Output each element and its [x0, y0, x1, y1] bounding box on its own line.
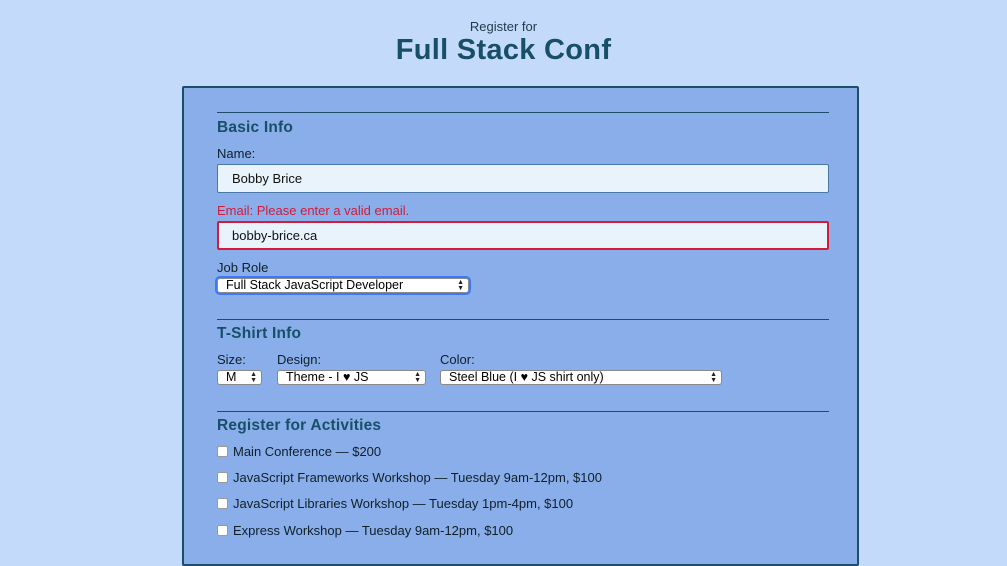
basic-info-heading: Basic Info — [217, 119, 294, 136]
section-divider — [217, 411, 829, 412]
page-pretitle: Register for — [469, 19, 538, 34]
email-error-label: Email: Please enter a valid email. — [217, 203, 410, 218]
activity-checkbox[interactable] — [217, 472, 228, 484]
name-label: Name: — [217, 146, 256, 161]
color-label: Color: — [440, 352, 475, 367]
activity-main-conference[interactable]: Main Conference — $200 — [217, 444, 381, 460]
section-divider — [217, 112, 829, 113]
activity-js-libraries[interactable]: JavaScript Libraries Workshop — Tuesday … — [217, 496, 573, 512]
activity-label: JavaScript Libraries Workshop — Tuesday … — [233, 496, 574, 511]
page-title: Full Stack Conf — [395, 34, 612, 66]
tshirt-info-section: T-Shirt Info Size: M ▲ ▼ Design: Theme - … — [217, 319, 829, 394]
design-select[interactable]: Theme - I ♥ JS ▲ ▼ — [277, 370, 426, 385]
page-header: Register for Full Stack Conf — [0, 0, 1007, 65]
activity-checkbox[interactable] — [217, 498, 228, 510]
activity-js-frameworks[interactable]: JavaScript Frameworks Workshop — Tuesday… — [217, 470, 602, 486]
activities-section: Register for Activities Main Conference … — [217, 411, 829, 551]
color-selected-value: Steel Blue (I ♥ JS shirt only) — [449, 370, 604, 384]
select-arrows-icon: ▲ ▼ — [710, 371, 717, 384]
activity-checkbox[interactable] — [217, 525, 228, 537]
section-divider — [217, 319, 829, 320]
activity-express[interactable]: Express Workshop — Tuesday 9am-12pm, $10… — [217, 523, 513, 539]
design-selected-value: Theme - I ♥ JS — [286, 370, 369, 384]
color-select[interactable]: Steel Blue (I ♥ JS shirt only) ▲ ▼ — [440, 370, 722, 385]
job-role-label: Job Role — [217, 260, 269, 275]
select-arrows-icon: ▲ ▼ — [414, 371, 421, 384]
size-label: Size: — [217, 352, 246, 367]
email-input[interactable]: bobby-brice.ca — [217, 221, 829, 250]
name-input[interactable]: Bobby Brice — [217, 164, 829, 193]
activities-heading: Register for Activities — [217, 417, 382, 434]
select-arrows-icon: ▲ ▼ — [457, 279, 464, 292]
activity-label: Express Workshop — Tuesday 9am-12pm, $10… — [233, 523, 514, 538]
job-role-selected-value: Full Stack JavaScript Developer — [226, 278, 404, 292]
select-arrows-icon: ▲ ▼ — [250, 371, 257, 384]
design-label: Design: — [277, 352, 322, 367]
activity-label: JavaScript Frameworks Workshop — Tuesday… — [233, 470, 602, 485]
basic-info-section: Basic Info Name: Bobby Brice Email: Plea… — [215, 112, 829, 297]
registration-form: Basic Info Name: Bobby Brice Email: Plea… — [182, 86, 859, 566]
size-selected-value: M — [226, 370, 237, 384]
job-role-select[interactable]: Full Stack JavaScript Developer ▲ ▼ — [215, 276, 471, 295]
tshirt-info-heading: T-Shirt Info — [217, 325, 302, 342]
activity-checkbox[interactable] — [217, 446, 228, 458]
activity-label: Main Conference — $200 — [233, 444, 382, 459]
size-select[interactable]: M ▲ ▼ — [217, 370, 262, 385]
